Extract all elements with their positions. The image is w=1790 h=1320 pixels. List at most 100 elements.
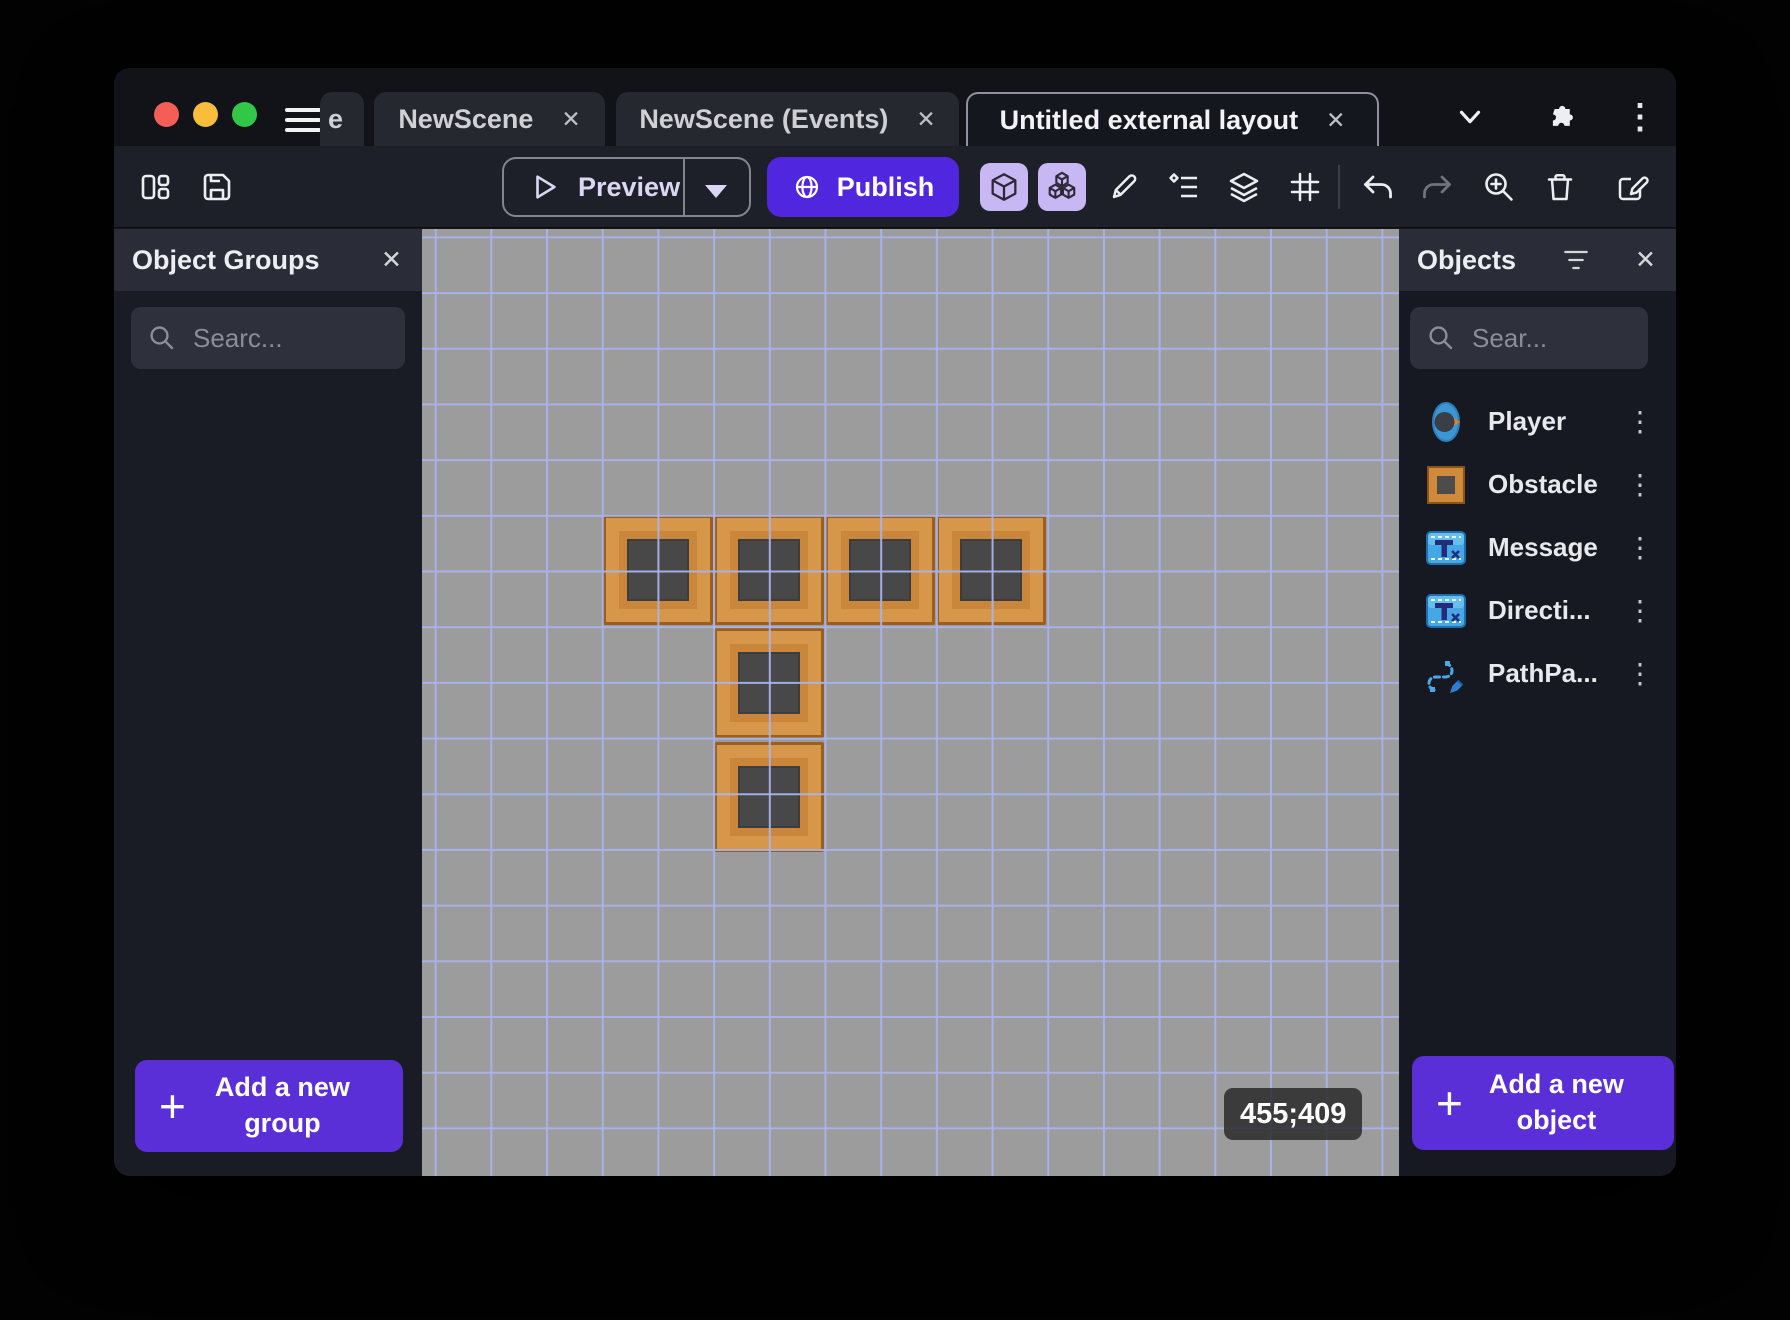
objects-search[interactable] bbox=[1410, 307, 1648, 369]
globe-icon bbox=[795, 175, 818, 199]
objects-title: Objects bbox=[1417, 244, 1517, 275]
object-groups-search[interactable] bbox=[131, 307, 405, 369]
cubes-stack-icon bbox=[1048, 171, 1076, 199]
tile-center-square bbox=[849, 539, 911, 601]
close-icon[interactable]: ✕ bbox=[561, 106, 580, 133]
tile-center-square bbox=[738, 539, 800, 601]
close-icon[interactable]: ✕ bbox=[381, 245, 402, 275]
kebab-menu-icon[interactable]: ⋮ bbox=[1626, 405, 1654, 438]
window-zoom-button[interactable] bbox=[232, 102, 257, 127]
undo-icon[interactable] bbox=[1360, 169, 1396, 205]
object-row-player[interactable]: Player ⋮ bbox=[1399, 390, 1676, 453]
obstacle-icon bbox=[1427, 465, 1465, 504]
more-options-icon[interactable]: ⋮ bbox=[1620, 97, 1660, 137]
pencil-edit-icon[interactable] bbox=[1106, 169, 1142, 205]
object-groups-panel: Object Groups ✕ + Add a new group bbox=[114, 229, 422, 1176]
object-label: Player bbox=[1488, 406, 1567, 436]
add-group-label-line2: group bbox=[244, 1108, 321, 1138]
tile-center-square bbox=[960, 539, 1022, 601]
tab-bar: e NewScene ✕ NewScene (Events) ✕ Untitle… bbox=[114, 68, 1676, 146]
tile-center-square bbox=[627, 539, 689, 601]
screen: e NewScene ✕ NewScene (Events) ✕ Untitle… bbox=[0, 0, 1790, 1320]
object-row-directions[interactable]: Directi... ⋮ bbox=[1399, 579, 1676, 642]
toolbar: Preview Publish bbox=[114, 146, 1676, 228]
player-icon bbox=[1432, 401, 1460, 442]
scene-canvas[interactable]: 455;409 bbox=[422, 229, 1399, 1176]
edit-objects-mode-toggle[interactable] bbox=[980, 163, 1028, 211]
object-label: PathPa... bbox=[1488, 658, 1598, 688]
window-close-button[interactable] bbox=[154, 102, 179, 127]
obstacle-tile-instance[interactable] bbox=[714, 628, 824, 738]
object-groups-search-input[interactable] bbox=[191, 321, 389, 355]
hamburger-menu-icon[interactable] bbox=[285, 108, 321, 132]
preview-label: Preview bbox=[578, 171, 681, 202]
grid-overlay bbox=[422, 229, 1399, 1176]
object-row-message[interactable]: Message ⋮ bbox=[1399, 516, 1676, 579]
obstacle-tile-instance[interactable] bbox=[825, 515, 935, 625]
filter-icon[interactable] bbox=[1560, 244, 1592, 276]
search-icon bbox=[1429, 326, 1453, 350]
close-icon[interactable]: ✕ bbox=[916, 106, 935, 133]
objects-panel: Objects ✕ Sear... Player ⋮ Obstacle ⋮ Me… bbox=[1399, 229, 1676, 1176]
plus-icon: + bbox=[159, 1080, 186, 1132]
trash-icon[interactable] bbox=[1542, 169, 1578, 205]
kebab-menu-icon[interactable]: ⋮ bbox=[1626, 657, 1654, 690]
kebab-menu-icon[interactable]: ⋮ bbox=[1626, 531, 1654, 564]
obstacle-tile-instance[interactable] bbox=[603, 515, 713, 625]
text-object-icon bbox=[1426, 530, 1466, 565]
tab-label: Untitled external layout bbox=[999, 104, 1299, 135]
tab-partial-label: e bbox=[328, 103, 344, 134]
instances-mode-toggle[interactable] bbox=[1038, 163, 1086, 211]
add-object-label-line2: object bbox=[1516, 1105, 1597, 1135]
tab-newscene[interactable]: NewScene ✕ bbox=[374, 92, 605, 146]
play-icon bbox=[536, 175, 556, 199]
chevron-down-icon[interactable] bbox=[1450, 97, 1490, 137]
object-groups-header: Object Groups ✕ bbox=[114, 229, 422, 291]
extensions-puzzle-icon[interactable] bbox=[1540, 97, 1580, 137]
tab-label: NewScene bbox=[398, 103, 534, 134]
tab-partial[interactable]: e bbox=[320, 92, 364, 146]
object-row-obstacle[interactable]: Obstacle ⋮ bbox=[1399, 453, 1676, 516]
path-paint-icon bbox=[1427, 660, 1464, 693]
obstacle-tile-instance[interactable] bbox=[714, 515, 824, 625]
object-label: Obstacle bbox=[1488, 469, 1598, 499]
cube-icon bbox=[991, 173, 1017, 201]
save-icon[interactable] bbox=[199, 169, 235, 205]
kebab-menu-icon[interactable]: ⋮ bbox=[1626, 594, 1654, 627]
close-icon[interactable]: ✕ bbox=[1635, 245, 1656, 275]
text-object-icon bbox=[1426, 593, 1466, 628]
publish-button[interactable]: Publish bbox=[767, 157, 959, 217]
obstacle-tile-instance[interactable] bbox=[714, 742, 824, 852]
tab-label: NewScene (Events) bbox=[639, 103, 889, 134]
object-groups-title: Object Groups bbox=[132, 244, 320, 275]
add-object-button[interactable]: + Add a new object bbox=[1412, 1056, 1674, 1150]
add-object-label-line1: Add a new bbox=[1488, 1069, 1624, 1100]
preview-split-divider bbox=[683, 157, 685, 217]
preview-button[interactable]: Preview bbox=[502, 157, 751, 217]
cursor-coordinates-badge: 455;409 bbox=[1224, 1088, 1363, 1140]
panels-layout-icon[interactable] bbox=[138, 169, 174, 205]
zoom-in-icon[interactable] bbox=[1481, 169, 1517, 205]
kebab-menu-icon[interactable]: ⋮ bbox=[1626, 468, 1654, 501]
grid-icon[interactable] bbox=[1287, 169, 1323, 205]
object-row-pathpaint[interactable]: PathPa... ⋮ bbox=[1399, 642, 1676, 705]
scene-properties-edit-icon[interactable] bbox=[1614, 169, 1650, 205]
caret-down-icon[interactable] bbox=[705, 185, 727, 198]
layers-icon[interactable] bbox=[1226, 169, 1262, 205]
object-label: Message bbox=[1488, 532, 1598, 562]
objects-search-input[interactable] bbox=[1470, 321, 1632, 355]
tab-untitled-external-layout[interactable]: Untitled external layout ✕ bbox=[966, 92, 1379, 146]
redo-icon[interactable] bbox=[1419, 169, 1455, 205]
add-group-button[interactable]: + Add a new group bbox=[135, 1060, 403, 1152]
publish-label: Publish bbox=[836, 171, 935, 202]
tab-newscene-events[interactable]: NewScene (Events) ✕ bbox=[616, 92, 959, 146]
object-label: Directi... bbox=[1488, 595, 1591, 625]
plus-icon: + bbox=[1436, 1077, 1463, 1129]
close-icon[interactable]: ✕ bbox=[1326, 107, 1345, 134]
obstacle-tile-instance[interactable] bbox=[936, 515, 1046, 625]
toolbar-divider bbox=[1338, 165, 1340, 209]
tile-center-square bbox=[738, 766, 800, 828]
content-area: Object Groups ✕ + Add a new group 455;409 bbox=[114, 229, 1676, 1176]
window-minimize-button[interactable] bbox=[193, 102, 218, 127]
events-list-icon[interactable] bbox=[1166, 169, 1202, 205]
